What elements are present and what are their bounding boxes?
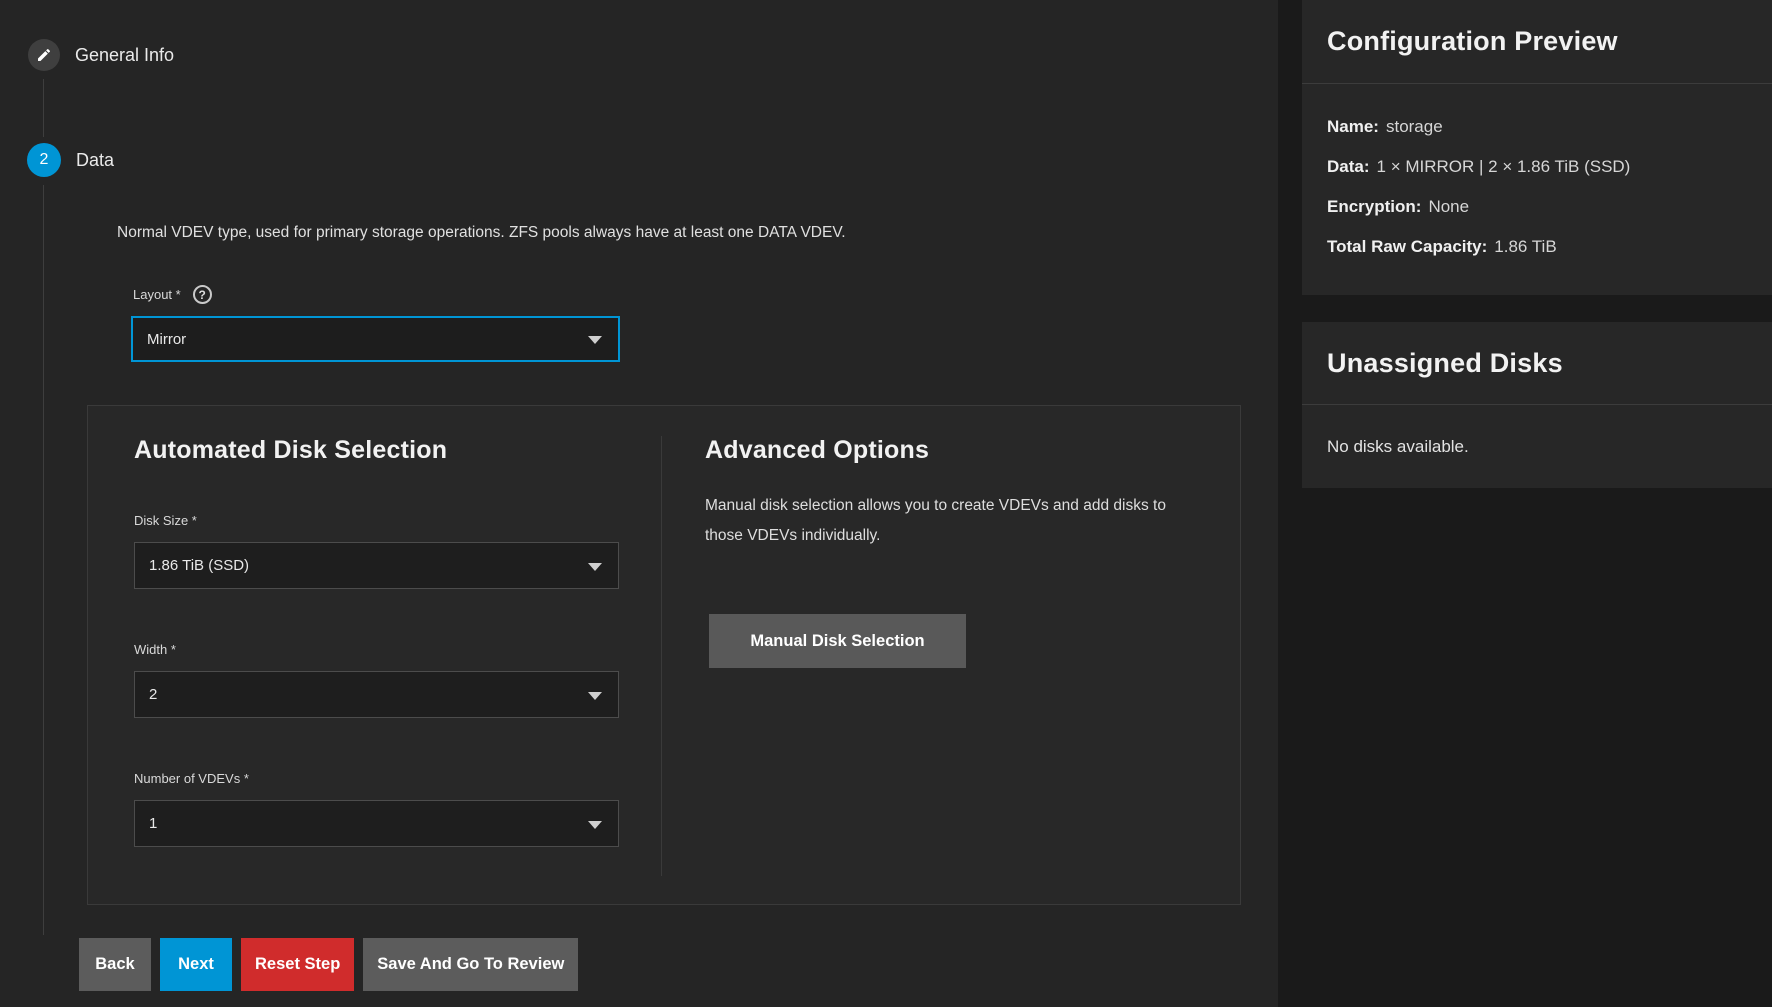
config-row-encryption: Encryption: None: [1327, 196, 1747, 218]
config-label: Name:: [1327, 116, 1379, 138]
configuration-preview-title: Configuration Preview: [1327, 26, 1618, 57]
step-completed-circle: [28, 39, 60, 71]
reset-step-button[interactable]: Reset Step: [241, 938, 354, 991]
automated-disk-selection-title: Automated Disk Selection: [134, 436, 447, 465]
config-value: storage: [1386, 116, 1443, 138]
config-row-total-raw-capacity: Total Raw Capacity: 1.86 TiB: [1327, 236, 1747, 258]
width-select[interactable]: 2: [134, 671, 619, 718]
layout-select-value: Mirror: [147, 331, 186, 348]
stepper-connector: [43, 79, 44, 137]
number-of-vdevs-select-value: 1: [149, 815, 157, 832]
chevron-down-icon: [588, 563, 602, 571]
step-number-circle: 2: [27, 143, 61, 177]
save-and-go-to-review-button[interactable]: Save And Go To Review: [363, 938, 578, 991]
config-label: Total Raw Capacity:: [1327, 236, 1487, 258]
disk-size-select-value: 1.86 TiB (SSD): [149, 557, 249, 574]
unassigned-disks-panel: Unassigned Disks No disks available.: [1302, 322, 1772, 488]
stepper-connector: [43, 185, 44, 935]
summary-sidebar: Configuration Preview Name: storage Data…: [1278, 0, 1772, 1007]
chevron-down-icon: [588, 692, 602, 700]
no-disks-message: No disks available.: [1327, 437, 1747, 457]
configuration-preview-header: Configuration Preview: [1302, 0, 1772, 84]
advanced-options-title: Advanced Options: [705, 436, 929, 465]
disk-size-select[interactable]: 1.86 TiB (SSD): [134, 542, 619, 589]
step-data[interactable]: 2 Data: [27, 143, 114, 177]
layout-label: Layout *: [133, 287, 181, 302]
next-button[interactable]: Next: [160, 938, 232, 991]
width-select-value: 2: [149, 686, 157, 703]
step-label-data: Data: [76, 150, 114, 171]
back-button[interactable]: Back: [79, 938, 151, 991]
pencil-icon: [36, 47, 52, 63]
manual-disk-selection-button[interactable]: Manual Disk Selection: [709, 614, 966, 668]
configuration-preview-body: Name: storage Data: 1 × MIRROR | 2 × 1.8…: [1302, 84, 1772, 258]
advanced-options-description: Manual disk selection allows you to crea…: [705, 491, 1200, 551]
column-divider: [661, 436, 662, 876]
chevron-down-icon: [588, 821, 602, 829]
config-value: None: [1428, 196, 1469, 218]
wizard-main: General Info 2 Data Normal VDEV type, us…: [0, 0, 1278, 1007]
step-label-general-info: General Info: [75, 45, 174, 66]
help-icon[interactable]: ?: [193, 285, 212, 304]
chevron-down-icon: [588, 336, 602, 344]
pool-creation-wizard: General Info 2 Data Normal VDEV type, us…: [0, 0, 1772, 1007]
data-vdev-description: Normal VDEV type, used for primary stora…: [117, 224, 846, 242]
config-row-data: Data: 1 × MIRROR | 2 × 1.86 TiB (SSD): [1327, 156, 1747, 178]
width-label: Width *: [134, 642, 176, 657]
config-row-name: Name: storage: [1327, 116, 1747, 138]
config-value: 1.86 TiB: [1494, 236, 1556, 258]
number-of-vdevs-select[interactable]: 1: [134, 800, 619, 847]
step-general-info[interactable]: General Info: [28, 39, 174, 71]
number-of-vdevs-label: Number of VDEVs *: [134, 771, 249, 786]
unassigned-disks-title: Unassigned Disks: [1327, 348, 1563, 379]
config-value: 1 × MIRROR | 2 × 1.86 TiB (SSD): [1377, 156, 1631, 178]
step-actions: Back Next Reset Step Save And Go To Revi…: [79, 938, 578, 991]
configuration-preview-panel: Configuration Preview Name: storage Data…: [1302, 0, 1772, 295]
layout-field-header: Layout * ?: [133, 285, 212, 304]
config-label: Encryption:: [1327, 196, 1421, 218]
unassigned-disks-body: No disks available.: [1302, 405, 1772, 457]
disk-selection-card: Automated Disk Selection Disk Size * 1.8…: [87, 405, 1241, 905]
config-label: Data:: [1327, 156, 1370, 178]
disk-size-label: Disk Size *: [134, 513, 197, 528]
layout-select[interactable]: Mirror: [131, 316, 620, 362]
unassigned-disks-header: Unassigned Disks: [1302, 322, 1772, 405]
